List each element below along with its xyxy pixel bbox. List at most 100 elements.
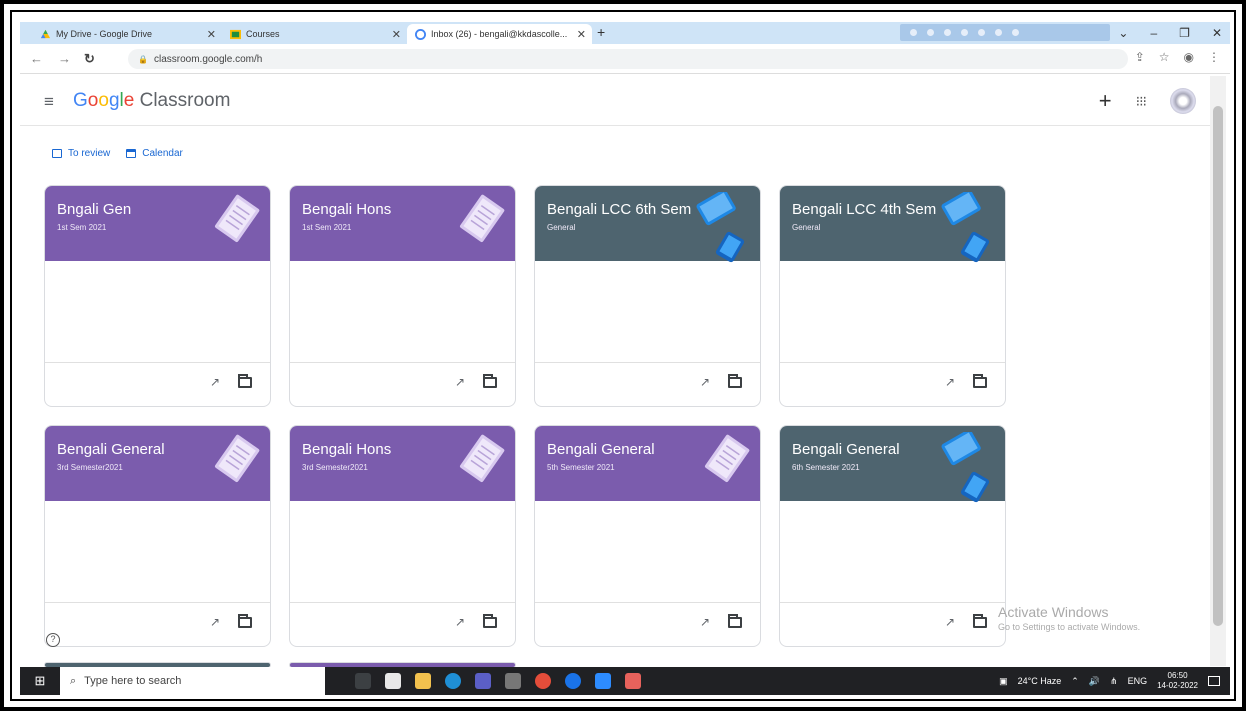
folder-icon[interactable]	[728, 374, 742, 388]
restore-icon[interactable]: ❐	[1179, 22, 1190, 44]
file-explorer-icon[interactable]	[415, 673, 431, 689]
trending-up-icon[interactable]: ↗	[945, 615, 955, 629]
close-window-icon[interactable]: ✕	[1212, 22, 1222, 44]
new-tab-button[interactable]: +	[597, 24, 605, 40]
url-input[interactable]: 🔒 classroom.google.com/h	[128, 49, 1128, 69]
back-arrow-icon[interactable]: ←	[30, 51, 43, 66]
course-title[interactable]: Bengali General	[547, 441, 655, 458]
course-title[interactable]: Bengali General	[792, 441, 900, 458]
extension-icon[interactable]	[961, 29, 968, 36]
close-icon[interactable]: ✕	[577, 28, 586, 41]
course-banner[interactable]: Bengali LCC 4th Sem General	[780, 186, 1005, 263]
skype-icon[interactable]	[565, 673, 581, 689]
extension-icon[interactable]	[927, 29, 934, 36]
avatar[interactable]	[1170, 88, 1196, 114]
edge-icon[interactable]	[445, 673, 461, 689]
close-icon[interactable]: ✕	[207, 28, 216, 41]
calendar-link[interactable]: Calendar	[126, 148, 183, 159]
course-card[interactable]: Bengali Hons 3rd Semester2021 ↗	[289, 425, 516, 647]
network-icon[interactable]: ⋔	[1110, 676, 1118, 687]
clock-date: 14-02-2022	[1157, 681, 1198, 690]
extension-icon[interactable]	[1012, 29, 1019, 36]
folder-icon[interactable]	[238, 614, 252, 628]
google-classroom-logo[interactable]: Google Classroom	[73, 90, 230, 112]
trending-up-icon[interactable]: ↗	[455, 615, 465, 629]
trending-up-icon[interactable]: ↗	[210, 615, 220, 629]
language-indicator[interactable]: ENG	[1128, 676, 1148, 686]
bookmark-star-icon[interactable]: ☆	[1159, 50, 1170, 64]
scrollbar-thumb[interactable]	[1213, 106, 1223, 626]
minimize-icon[interactable]: –	[1150, 22, 1157, 44]
course-title[interactable]: Bengali Hons	[302, 441, 391, 458]
activate-windows-watermark: Activate Windows Go to Settings to activ…	[998, 604, 1140, 632]
teams-icon[interactable]	[475, 673, 491, 689]
course-card[interactable]: Bengali General 5th Semester 2021 ↗	[534, 425, 761, 647]
course-title[interactable]: Bengali LCC 6th Sem	[547, 201, 691, 218]
add-class-plus-icon[interactable]: +	[1099, 88, 1112, 114]
folder-icon[interactable]	[973, 374, 987, 388]
tab-inbox[interactable]: Inbox (26) - bengali@kkdascolle... ✕	[407, 24, 592, 44]
help-icon[interactable]: ?	[46, 633, 60, 647]
hamburger-menu-icon[interactable]: ≡	[44, 92, 54, 112]
trending-up-icon[interactable]: ↗	[945, 375, 955, 389]
to-review-link[interactable]: To review	[52, 148, 110, 159]
trending-up-icon[interactable]: ↗	[210, 375, 220, 389]
course-title[interactable]: Bengali LCC 4th Sem	[792, 201, 936, 218]
course-card[interactable]: Bengali Hons 1st Sem 2021 ↗	[289, 185, 516, 407]
close-icon[interactable]: ✕	[392, 28, 401, 41]
folder-icon[interactable]	[728, 614, 742, 628]
extension-icon[interactable]	[910, 29, 917, 36]
course-illustration	[210, 432, 262, 493]
course-title[interactable]: Bengali General	[57, 441, 165, 458]
extension-icon[interactable]	[995, 29, 1002, 36]
course-banner[interactable]: Bengali General 6th Semester 2021	[780, 426, 1005, 503]
course-banner[interactable]: Bengali Hons 3rd Semester2021	[290, 426, 515, 501]
reload-icon[interactable]: ↻	[84, 51, 95, 67]
course-card[interactable]: Bengali General 3rd Semester2021 ↗	[44, 425, 271, 647]
forward-arrow-icon[interactable]: →	[58, 51, 71, 66]
extension-icon[interactable]	[978, 29, 985, 36]
profile-icon[interactable]: ◉	[1184, 50, 1194, 64]
tab-google-drive[interactable]: My Drive - Google Drive ✕	[32, 24, 222, 44]
share-icon[interactable]: ⇪	[1135, 50, 1145, 64]
taskbar-search-box[interactable]: ⌕ Type here to search	[60, 667, 325, 695]
course-banner[interactable]: Bengali Hons 1st Sem 2021	[290, 186, 515, 261]
extension-icon[interactable]	[944, 29, 951, 36]
course-banner[interactable]: Bengali General 3rd Semester2021	[45, 426, 270, 501]
tab-courses[interactable]: Courses ✕	[222, 24, 407, 44]
course-title[interactable]: Bngali Gen	[57, 201, 131, 218]
google-apps-grid-icon[interactable]: ⁝⁝⁝	[1136, 93, 1147, 110]
course-card[interactable]: Bngali Gen 1st Sem 2021 ↗	[44, 185, 271, 407]
course-card[interactable]: Bengali General 6th Semester 2021 ↗	[779, 425, 1006, 647]
clock[interactable]: 06:50 14-02-2022	[1157, 671, 1198, 691]
page-scrollbar[interactable]	[1210, 76, 1226, 666]
folder-icon[interactable]	[238, 374, 252, 388]
to-review-icon	[52, 149, 62, 158]
tray-chevron-icon[interactable]: ⌃	[1071, 676, 1079, 687]
folder-icon[interactable]	[973, 614, 987, 628]
task-view-icon[interactable]	[355, 673, 371, 689]
course-card[interactable]: Bengali LCC 4th Sem General ↗	[779, 185, 1006, 407]
trending-up-icon[interactable]: ↗	[700, 615, 710, 629]
course-banner[interactable]: Bengali General 5th Semester 2021	[535, 426, 760, 501]
windows-start-icon[interactable]: ⊞	[20, 673, 60, 689]
trending-up-icon[interactable]: ↗	[455, 375, 465, 389]
course-banner[interactable]: Bngali Gen 1st Sem 2021	[45, 186, 270, 261]
course-card-footer: ↗	[535, 362, 760, 406]
tab-search-chevron-icon[interactable]: ⌄	[1118, 22, 1128, 44]
notification-icon[interactable]	[1208, 676, 1220, 686]
folder-icon[interactable]	[483, 614, 497, 628]
chrome-icon[interactable]	[535, 673, 551, 689]
course-card[interactable]: Bengali LCC 6th Sem General ↗	[534, 185, 761, 407]
chrome-profile-icon[interactable]	[625, 673, 641, 689]
course-title[interactable]: Bengali Hons	[302, 201, 391, 218]
zoom-icon[interactable]	[595, 673, 611, 689]
weather-text[interactable]: 24°C Haze	[1018, 676, 1062, 686]
store-icon[interactable]	[385, 673, 401, 689]
more-menu-icon[interactable]: ⋮	[1208, 50, 1220, 64]
trending-up-icon[interactable]: ↗	[700, 375, 710, 389]
folder-icon[interactable]	[483, 374, 497, 388]
app-icon[interactable]	[505, 673, 521, 689]
course-banner[interactable]: Bengali LCC 6th Sem General	[535, 186, 760, 263]
volume-icon[interactable]: 🔊	[1089, 676, 1100, 687]
